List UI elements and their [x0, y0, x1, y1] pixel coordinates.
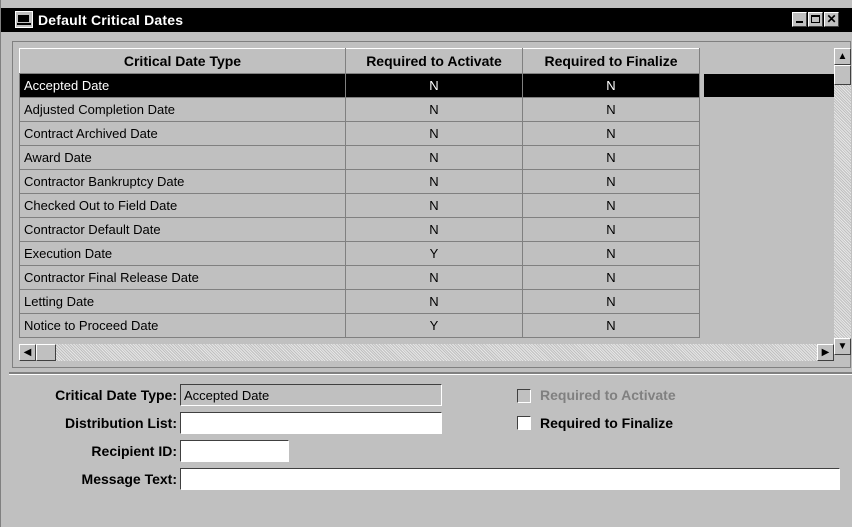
- cell-required-to-activate[interactable]: N: [345, 121, 523, 146]
- table-row[interactable]: Contractor Default Date N N: [19, 217, 700, 242]
- cell-critical-date-type[interactable]: Contractor Bankruptcy Date: [19, 169, 346, 194]
- selected-row-highlight: [704, 74, 834, 97]
- cell-required-to-finalize[interactable]: N: [522, 193, 700, 218]
- table-row[interactable]: Accepted Date N N: [19, 73, 700, 98]
- column-header-critical-date-type[interactable]: Critical Date Type: [19, 48, 346, 74]
- horizontal-scroll-thumb[interactable]: [36, 344, 56, 361]
- panel-divider: [9, 372, 852, 375]
- cell-critical-date-type[interactable]: Contractor Default Date: [19, 217, 346, 242]
- critical-dates-table: Critical Date Type Required to Activate …: [19, 48, 700, 338]
- close-icon: ✕: [826, 12, 837, 26]
- cell-required-to-activate[interactable]: N: [345, 97, 523, 122]
- cell-required-to-finalize[interactable]: N: [522, 145, 700, 170]
- cell-required-to-finalize[interactable]: N: [522, 97, 700, 122]
- cell-critical-date-type[interactable]: Checked Out to Field Date: [19, 193, 346, 218]
- table-row[interactable]: Adjusted Completion Date N N: [19, 97, 700, 122]
- cell-critical-date-type[interactable]: Accepted Date: [19, 73, 346, 98]
- arrow-right-icon: ▶: [821, 347, 830, 358]
- table-row[interactable]: Contract Archived Date N N: [19, 121, 700, 146]
- required-to-finalize-label[interactable]: Required to Finalize: [540, 415, 673, 431]
- vertical-scrollbar[interactable]: ▲ ▼: [834, 48, 851, 355]
- cell-required-to-activate[interactable]: N: [345, 265, 523, 290]
- vertical-scroll-thumb[interactable]: [834, 65, 851, 85]
- table-header-row: Critical Date Type Required to Activate …: [19, 48, 700, 74]
- scroll-down-button[interactable]: ▼: [834, 338, 851, 355]
- cell-critical-date-type[interactable]: Contractor Final Release Date: [19, 265, 346, 290]
- cell-required-to-finalize[interactable]: N: [522, 265, 700, 290]
- message-text-label: Message Text:: [81, 471, 177, 487]
- table-body: Accepted Date N N Adjusted Completion Date N…: [19, 73, 700, 338]
- cell-required-to-finalize[interactable]: N: [522, 121, 700, 146]
- cell-critical-date-type[interactable]: Adjusted Completion Date: [19, 97, 346, 122]
- scroll-right-button[interactable]: ▶: [817, 344, 834, 361]
- distribution-list-label: Distribution List:: [65, 415, 177, 431]
- horizontal-scrollbar[interactable]: ◀ ▶: [19, 344, 834, 361]
- app-icon[interactable]: [15, 11, 33, 28]
- required-to-activate-checkbox: [517, 389, 531, 403]
- table-row[interactable]: Award Date N N: [19, 145, 700, 170]
- recipient-id-label: Recipient ID:: [91, 443, 177, 459]
- critical-dates-grid: Critical Date Type Required to Activate …: [12, 41, 851, 368]
- column-header-required-to-finalize[interactable]: Required to Finalize: [522, 48, 700, 74]
- arrow-left-icon: ◀: [23, 347, 32, 358]
- scroll-left-button[interactable]: ◀: [19, 344, 36, 361]
- cell-critical-date-type[interactable]: Notice to Proceed Date: [19, 313, 346, 338]
- cell-required-to-finalize[interactable]: N: [522, 289, 700, 314]
- critical-date-type-field: [180, 384, 442, 406]
- recipient-id-field[interactable]: [180, 440, 289, 462]
- cell-critical-date-type[interactable]: Contract Archived Date: [19, 121, 346, 146]
- message-text-field[interactable]: [180, 468, 840, 490]
- window-title: Default Critical Dates: [38, 12, 184, 28]
- arrow-up-icon: ▲: [837, 51, 848, 62]
- required-to-finalize-checkbox[interactable]: [517, 416, 531, 430]
- table-row[interactable]: Contractor Final Release Date N N: [19, 265, 700, 290]
- cell-required-to-finalize[interactable]: N: [522, 73, 700, 98]
- cell-required-to-activate[interactable]: Y: [345, 241, 523, 266]
- critical-date-type-label: Critical Date Type:: [55, 387, 177, 403]
- cell-required-to-activate[interactable]: N: [345, 217, 523, 242]
- arrow-down-icon: ▼: [837, 341, 848, 352]
- default-critical-dates-window: Default Critical Dates ✕ Critical Date T…: [0, 0, 852, 527]
- table-row[interactable]: Notice to Proceed Date Y N: [19, 313, 700, 338]
- minimize-button[interactable]: [792, 12, 807, 27]
- cell-critical-date-type[interactable]: Execution Date: [19, 241, 346, 266]
- cell-required-to-finalize[interactable]: N: [522, 217, 700, 242]
- cell-required-to-finalize[interactable]: N: [522, 169, 700, 194]
- table-row[interactable]: Checked Out to Field Date N N: [19, 193, 700, 218]
- cell-critical-date-type[interactable]: Award Date: [19, 145, 346, 170]
- maximize-icon: [811, 15, 820, 23]
- cell-required-to-finalize[interactable]: N: [522, 241, 700, 266]
- column-header-required-to-activate[interactable]: Required to Activate: [345, 48, 523, 74]
- close-button[interactable]: ✕: [824, 12, 839, 27]
- cell-required-to-activate[interactable]: N: [345, 73, 523, 98]
- table-row[interactable]: Contractor Bankruptcy Date N N: [19, 169, 700, 194]
- title-bar[interactable]: Default Critical Dates ✕: [1, 8, 852, 32]
- table-row[interactable]: Execution Date Y N: [19, 241, 700, 266]
- table-row[interactable]: Letting Date N N: [19, 289, 700, 314]
- cell-required-to-activate[interactable]: N: [345, 169, 523, 194]
- cell-required-to-activate[interactable]: N: [345, 193, 523, 218]
- minimize-icon: [796, 21, 803, 23]
- distribution-list-field[interactable]: [180, 412, 442, 434]
- cell-required-to-finalize[interactable]: N: [522, 313, 700, 338]
- maximize-button[interactable]: [808, 12, 823, 27]
- cell-required-to-activate[interactable]: N: [345, 289, 523, 314]
- cell-required-to-activate[interactable]: N: [345, 145, 523, 170]
- scroll-up-button[interactable]: ▲: [834, 48, 851, 65]
- cell-critical-date-type[interactable]: Letting Date: [19, 289, 346, 314]
- cell-required-to-activate[interactable]: Y: [345, 313, 523, 338]
- required-to-activate-label: Required to Activate: [540, 387, 676, 403]
